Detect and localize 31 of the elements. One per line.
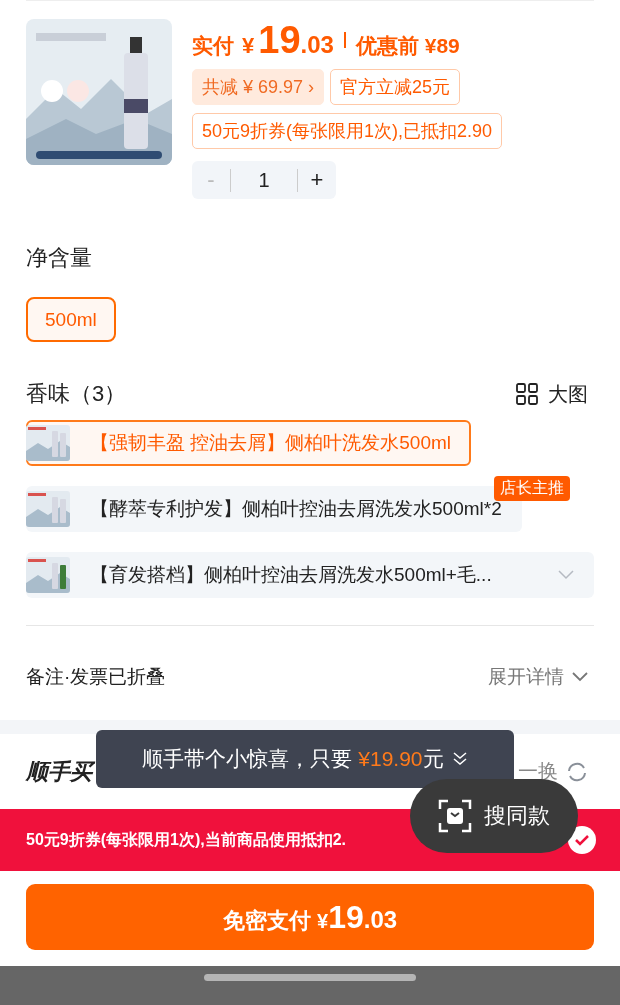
section-title: 净含量: [25, 244, 93, 272]
grid-icon: [516, 383, 538, 405]
large-view-toggle[interactable]: 大图: [510, 379, 594, 409]
double-chevron-icon: [451, 751, 468, 767]
pay-button[interactable]: 免密支付 ¥19.03: [26, 884, 594, 950]
checkbox[interactable]: [568, 826, 596, 854]
remarks-label: 备注·发票已折叠: [26, 665, 166, 689]
discount-details-button[interactable]: 共减 ¥ 69.97 ›: [192, 69, 325, 105]
size-option[interactable]: 500ml: [26, 297, 116, 342]
search-similar-button[interactable]: 搜同款: [410, 779, 578, 853]
scent-option[interactable]: 【强韧丰盈 控油去屑】侧柏叶洗发水500ml: [26, 420, 472, 466]
recommend-badge: 店长主推: [494, 476, 570, 501]
checkmark-icon: [574, 834, 590, 846]
price-label: 实付: [192, 33, 234, 59]
toast: 顺手带个小惊喜，只要 ¥19.90元: [96, 730, 514, 788]
coupon-banner-text: 50元9折券(每张限用1次),当前商品使用抵扣2.: [26, 829, 347, 850]
currency-sign: ¥: [242, 33, 255, 59]
quantity-value: 1: [230, 168, 298, 192]
chevron-down-icon: [558, 570, 574, 580]
discount-tag: 官方立减25元: [330, 69, 461, 105]
price-integer: 19: [258, 19, 301, 62]
increase-button[interactable]: +: [298, 161, 336, 199]
scan-icon: [438, 799, 472, 833]
chevron-down-icon: [572, 672, 588, 682]
coupon-tag: 50元9折券(每张限用1次),已抵扣2.90: [192, 113, 503, 149]
section-title: 香味（3）: [26, 380, 127, 408]
original-price: 优惠前 ¥89: [355, 33, 460, 59]
expand-details-link[interactable]: 展开详情: [482, 663, 594, 691]
refresh-icon: [566, 760, 588, 783]
price-decimal: .03: [300, 31, 334, 59]
scent-option[interactable]: 【育发搭档】侧柏叶控油去屑洗发水500ml+毛...: [26, 552, 594, 598]
